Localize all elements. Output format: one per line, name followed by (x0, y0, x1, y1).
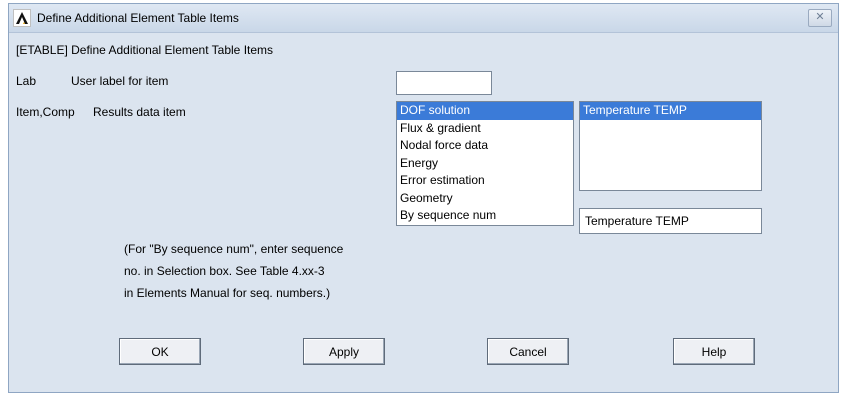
list-item[interactable]: Flux & gradient (397, 120, 573, 138)
title-bar[interactable]: Define Additional Element Table Items ✕ (9, 4, 838, 33)
list-item[interactable]: Nodal force data (397, 137, 573, 155)
cancel-button[interactable]: Cancel (487, 338, 569, 365)
sequence-note: (For "By sequence num", enter sequence n… (124, 238, 343, 304)
ansys-logo-icon (13, 9, 31, 27)
lab-label: Lab (16, 74, 37, 88)
list-item[interactable]: By sequence num (397, 207, 573, 225)
note-line: (For "By sequence num", enter sequence (124, 242, 344, 256)
ok-button[interactable]: OK (119, 338, 201, 365)
dialog-body: [ETABLE] Define Additional Element Table… (9, 33, 838, 392)
note-line: no. in Selection box. See Table 4.xx-3 (124, 264, 325, 278)
component-listbox[interactable]: Temperature TEMP (579, 101, 762, 191)
results-item-listbox[interactable]: DOF solution Flux & gradient Nodal force… (396, 101, 574, 226)
list-item[interactable]: Energy (397, 155, 573, 173)
list-item[interactable]: Error estimation (397, 172, 573, 190)
list-item[interactable]: Temperature TEMP (580, 102, 761, 120)
close-icon[interactable]: ✕ (808, 9, 832, 27)
item-comp-label: Item,Comp (16, 105, 75, 119)
dialog-window: Define Additional Element Table Items ✕ … (8, 3, 839, 393)
help-button[interactable]: Help (673, 338, 755, 365)
list-item[interactable]: DOF solution (397, 102, 573, 120)
apply-button[interactable]: Apply (303, 338, 385, 365)
dialog-header: [ETABLE] Define Additional Element Table… (16, 43, 274, 57)
user-label-input[interactable] (396, 71, 492, 95)
list-item[interactable]: Geometry (397, 190, 573, 208)
lab-description: User label for item (71, 74, 169, 88)
note-line: in Elements Manual for seq. numbers.) (124, 286, 331, 300)
selection-field[interactable]: Temperature TEMP (579, 208, 762, 234)
window-title: Define Additional Element Table Items (37, 11, 239, 25)
item-comp-description: Results data item (93, 105, 186, 119)
